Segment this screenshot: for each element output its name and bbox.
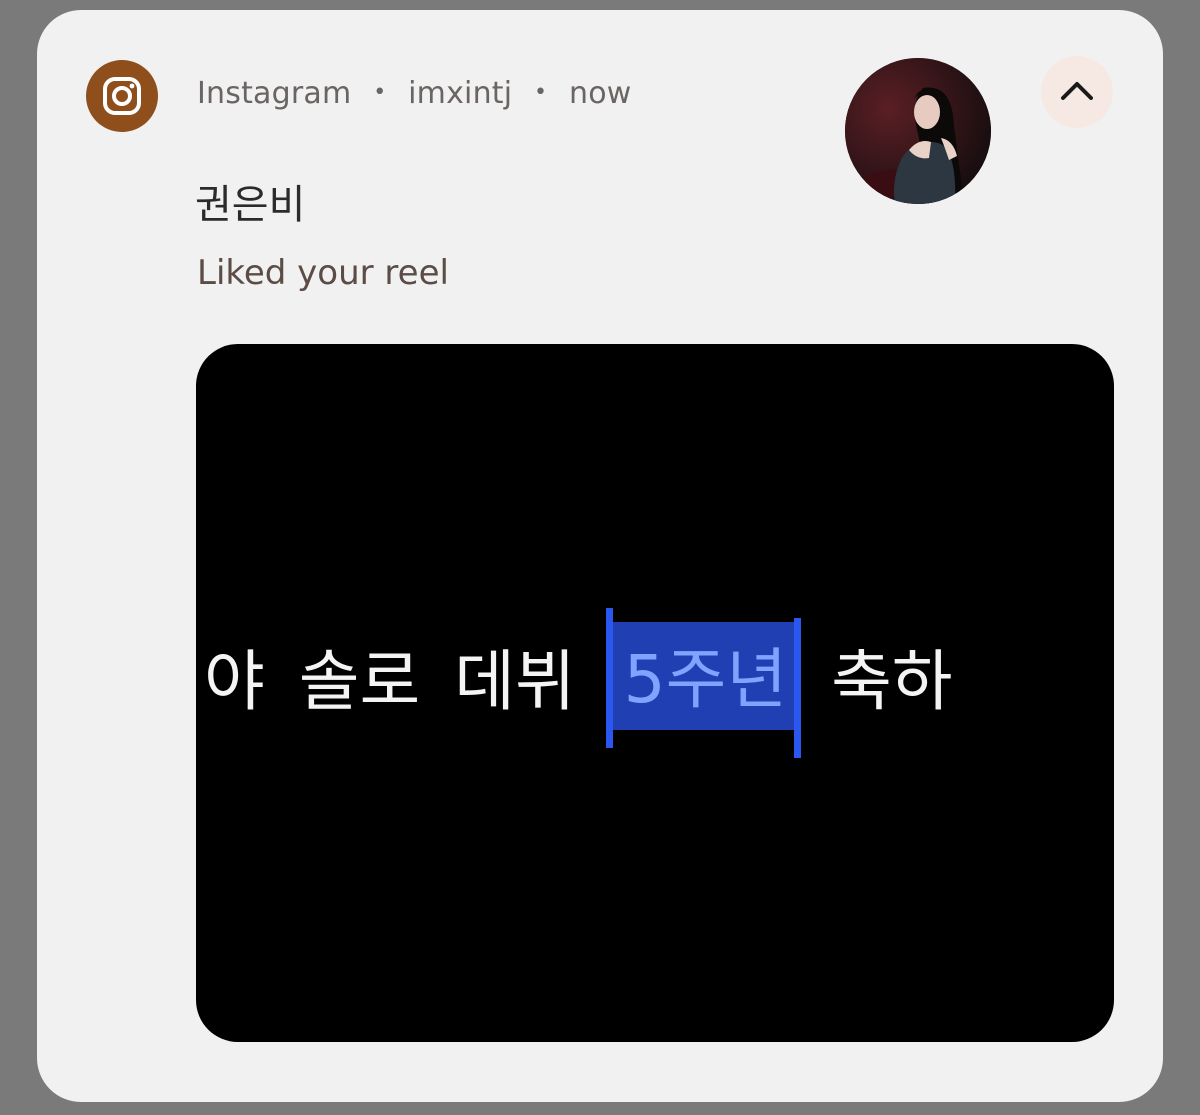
timestamp: now bbox=[568, 76, 632, 111]
separator-dot: • bbox=[373, 80, 387, 105]
caption-word: 야 bbox=[204, 643, 265, 720]
reel-caption: 야 솔로 데뷔 5주년 축하 bbox=[196, 606, 1114, 759]
sender-name: 권은비 bbox=[195, 182, 306, 228]
caption-word: 솔로 bbox=[298, 643, 421, 720]
notification-header: Instagram • imxintj • now bbox=[197, 76, 632, 111]
app-name: Instagram bbox=[197, 76, 352, 111]
reel-thumbnail[interactable]: 야 솔로 데뷔 5주년 축하 bbox=[196, 344, 1114, 1042]
separator-dot: • bbox=[534, 80, 548, 105]
account-name: imxintj bbox=[408, 76, 513, 111]
caption-word: 데뷔 bbox=[454, 643, 576, 720]
collapse-button[interactable] bbox=[1041, 56, 1113, 128]
caption-word: 축하 bbox=[831, 643, 953, 720]
notification-card[interactable]: Instagram • imxintj • now 권은비 Liked your… bbox=[37, 10, 1163, 1102]
avatar bbox=[845, 58, 991, 204]
notification-message: Liked your reel bbox=[197, 253, 449, 293]
instagram-icon bbox=[86, 60, 158, 132]
chevron-up-icon bbox=[1061, 82, 1093, 100]
caption-highlighted-word: 5주년 bbox=[605, 608, 802, 759]
